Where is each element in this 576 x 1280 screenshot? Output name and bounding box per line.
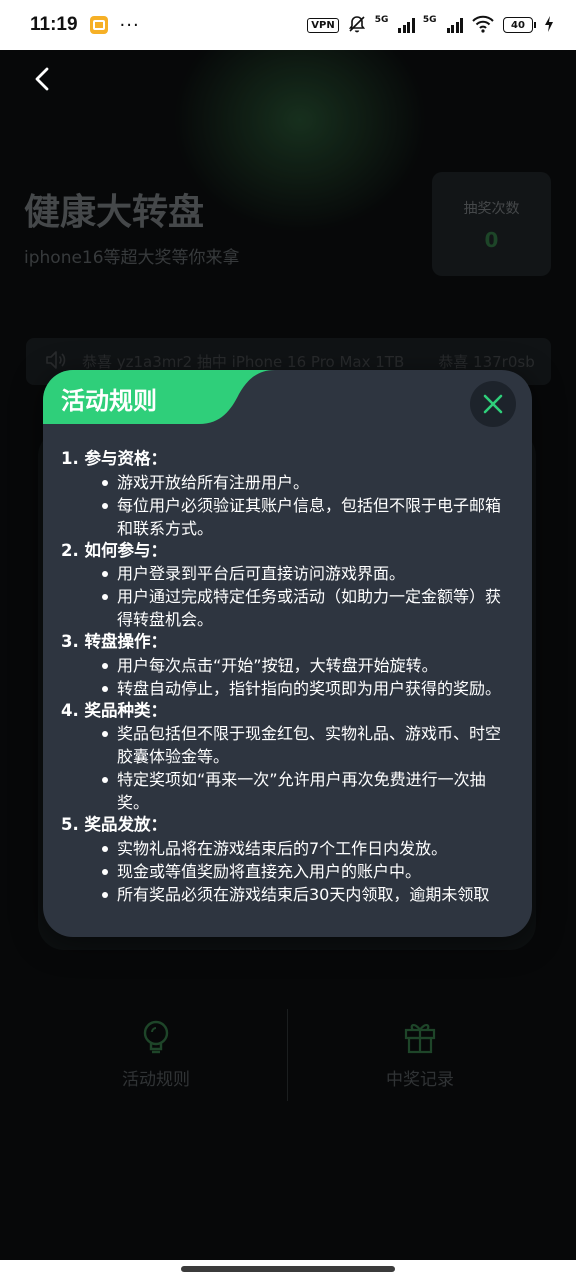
- rule-section: 3. 转盘操作： 用户每次点击“开始”按钮，大转盘开始旋转。 转盘自动停止，指针…: [61, 631, 516, 700]
- mute-bell-icon: [347, 14, 367, 37]
- status-time: 11:19: [30, 14, 78, 35]
- rules-content[interactable]: 1. 参与资格： 游戏开放给所有注册用户。 每位用户必须验证其账户信息，包括但不…: [61, 448, 516, 906]
- rule-item: 实物礼品将在游戏结束后的7个工作日内发放。: [61, 837, 516, 860]
- status-right: VPN 5G 5G 40: [307, 14, 554, 37]
- status-bar: 11:19 ··· VPN 5G 5G 40: [0, 0, 576, 50]
- rule-item: 特定奖项如“再来一次”允许用户再次免费进行一次抽奖。: [61, 768, 516, 814]
- rule-section: 5. 奖品发放： 实物礼品将在游戏结束后的7个工作日内发放。 现金或等值奖励将直…: [61, 814, 516, 906]
- signal-icon-1: [398, 17, 415, 33]
- status-left: 11:19 ···: [30, 14, 140, 36]
- rule-heading: 5. 奖品发放：: [61, 815, 167, 834]
- home-gesture-bar[interactable]: [181, 1266, 395, 1272]
- notification-app-icon: [89, 16, 108, 34]
- close-icon: [483, 394, 503, 414]
- rule-item: 现金或等值奖励将直接充入用户的账户中。: [61, 860, 516, 883]
- rule-item: 用户登录到平台后可直接访问游戏界面。: [61, 562, 516, 585]
- rule-heading: 2. 如何参与：: [61, 540, 167, 560]
- chevron-left-icon: [35, 67, 49, 91]
- modal-title-tab: 活动规则: [43, 370, 275, 424]
- rule-section: 1. 参与资格： 游戏开放给所有注册用户。 每位用户必须验证其账户信息，包括但不…: [61, 448, 516, 540]
- back-button[interactable]: [30, 66, 56, 92]
- network-type-2: 5G: [422, 15, 437, 25]
- battery-level: 40: [511, 19, 525, 31]
- vpn-icon: VPN: [307, 17, 339, 33]
- rule-heading: 4. 奖品种类：: [61, 700, 167, 720]
- rule-item: 每位用户必须验证其账户信息，包括但不限于电子邮箱和联系方式。: [61, 494, 516, 540]
- rules-modal: 活动规则 1. 参与资格： 游戏开放给所有注册用户。 每位用户必须验证其账户信息…: [43, 370, 532, 937]
- rule-item: 转盘自动停止，指针指向的奖项即为用户获得的奖励。: [61, 677, 516, 700]
- signal-icon-2: [446, 17, 463, 33]
- battery-icon: 40: [503, 17, 536, 33]
- modal-title: 活动规则: [61, 387, 157, 415]
- gesture-area: [0, 1260, 576, 1280]
- rule-heading: 3. 转盘操作：: [61, 632, 167, 651]
- rule-item: 用户每次点击“开始”按钮，大转盘开始旋转。: [61, 654, 516, 677]
- rule-item: 奖品包括但不限于现金红包、实物礼品、游戏币、时空胶囊体验金等。: [61, 722, 516, 768]
- close-button[interactable]: [470, 381, 516, 427]
- network-type-1: 5G: [374, 15, 389, 25]
- rule-item: 游戏开放给所有注册用户。: [61, 471, 516, 494]
- rule-section: 4. 奖品种类： 奖品包括但不限于现金红包、实物礼品、游戏币、时空胶囊体验金等。…: [61, 700, 516, 815]
- rule-heading: 1. 参与资格：: [61, 449, 167, 468]
- more-notifications-icon: ···: [119, 14, 140, 36]
- rule-item: 所有奖品必须在游戏结束后30天内领取，逾期未领取: [61, 883, 516, 906]
- rule-section: 2. 如何参与： 用户登录到平台后可直接访问游戏界面。 用户通过完成特定任务或活…: [61, 540, 516, 632]
- wifi-icon: [471, 15, 495, 36]
- charging-icon: [544, 15, 554, 35]
- rule-item: 用户通过完成特定任务或活动（如助力一定金额等）获得转盘机会。: [61, 585, 516, 631]
